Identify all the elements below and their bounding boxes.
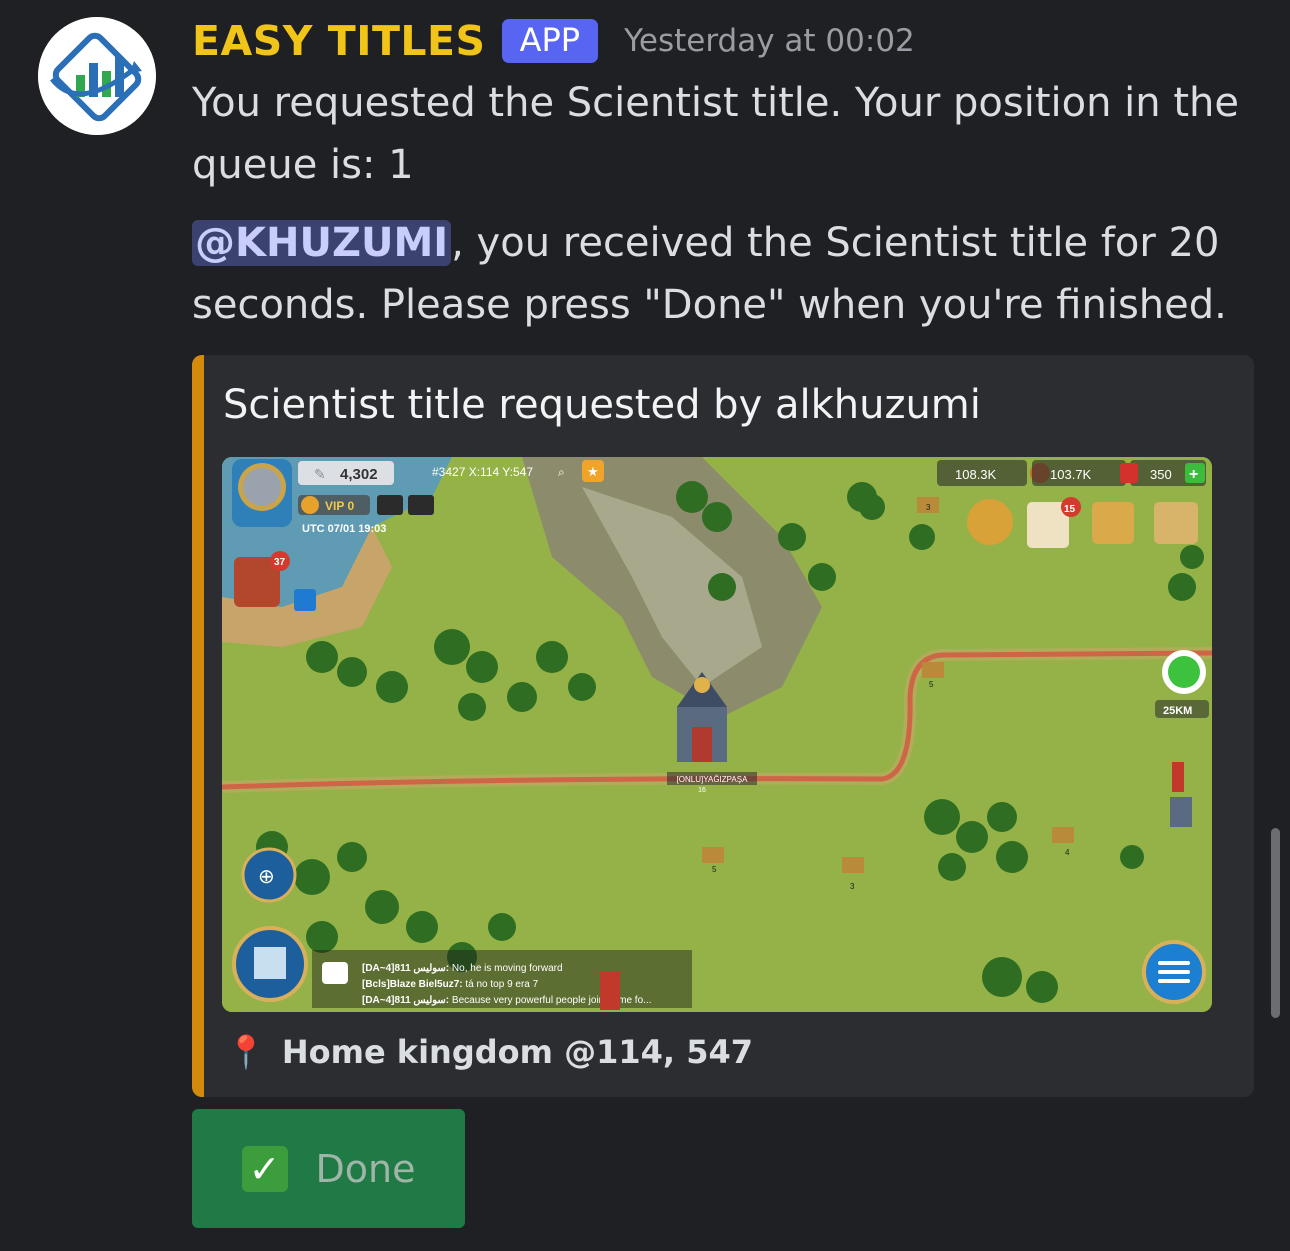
node-level: 5 xyxy=(929,680,934,689)
embed-card: Scientist title requested by alkhuzumi [… xyxy=(192,355,1254,1097)
check-icon: ✓ xyxy=(241,1145,288,1192)
app-badge: APP xyxy=(501,19,599,63)
message-timestamp[interactable]: Yesterday at 00:02 xyxy=(624,23,915,59)
message-text-received: @KHUZUMI, you received the Scientist tit… xyxy=(192,212,1252,336)
chat-line: [Bcls]Blaze Biel5uz7: tá no top 9 era 7 xyxy=(362,979,539,990)
message-header: EASY TITLES APP Yesterday at 00:02 xyxy=(192,10,915,72)
sword-icon: ✎ xyxy=(314,466,326,482)
done-button-label: Done xyxy=(315,1146,416,1191)
city-level-label: 16 xyxy=(698,787,706,794)
embed-footer: 📍 Home kingdom @114, 547 xyxy=(226,1030,753,1074)
coordinates-readout[interactable]: #3427 X:114 Y:547 xyxy=(432,465,533,479)
star-icon[interactable]: ★ xyxy=(587,464,599,479)
distance-label: 25KM xyxy=(1163,705,1192,717)
node-level: 3 xyxy=(850,882,855,891)
chat-line: [DA~4]سوليس 811: No, he is moving forwar… xyxy=(362,963,563,974)
node-level: 3 xyxy=(926,503,931,512)
wood-value: 103.7K xyxy=(1050,467,1092,482)
node-level: 5 xyxy=(712,865,717,874)
quest-badge: 15 xyxy=(1064,504,1076,515)
mail-badge: 37 xyxy=(274,557,286,568)
message-text-queue: You requested the Scientist title. Your … xyxy=(192,80,1239,188)
embed-accent-bar xyxy=(192,355,204,1097)
power-value: 4,302 xyxy=(340,466,378,483)
pin-icon: 📍 xyxy=(226,1033,266,1071)
vip-level[interactable]: VIP 0 xyxy=(325,499,354,513)
done-button[interactable]: ✓ Done xyxy=(192,1109,465,1228)
user-mention[interactable]: @KHUZUMI xyxy=(192,220,452,266)
search-icon[interactable]: ⌕ xyxy=(558,465,565,479)
zoom-icon[interactable]: ⊕ xyxy=(258,866,275,888)
scrollbar-thumb[interactable] xyxy=(1271,828,1280,1018)
server-time: UTC 07/01 19:03 xyxy=(302,523,386,535)
author-name[interactable]: EASY TITLES xyxy=(192,17,486,65)
gems-value: 350 xyxy=(1150,467,1172,482)
node-level: 4 xyxy=(1065,848,1070,857)
game-screenshot[interactable]: [ONLU]YAĞIZPAŞA 16 5 5 3 4 3 ✎ 4,302 #34… xyxy=(222,457,1212,1012)
add-gems-icon[interactable]: + xyxy=(1189,466,1198,483)
city-name-label: [ONLU]YAĞIZPAŞA xyxy=(677,775,748,784)
bot-avatar[interactable] xyxy=(38,17,156,135)
food-value: 108.3K xyxy=(955,467,997,482)
footer-location: Home kingdom @114, 547 xyxy=(281,1033,753,1071)
embed-title: Scientist title requested by alkhuzumi xyxy=(223,382,981,428)
